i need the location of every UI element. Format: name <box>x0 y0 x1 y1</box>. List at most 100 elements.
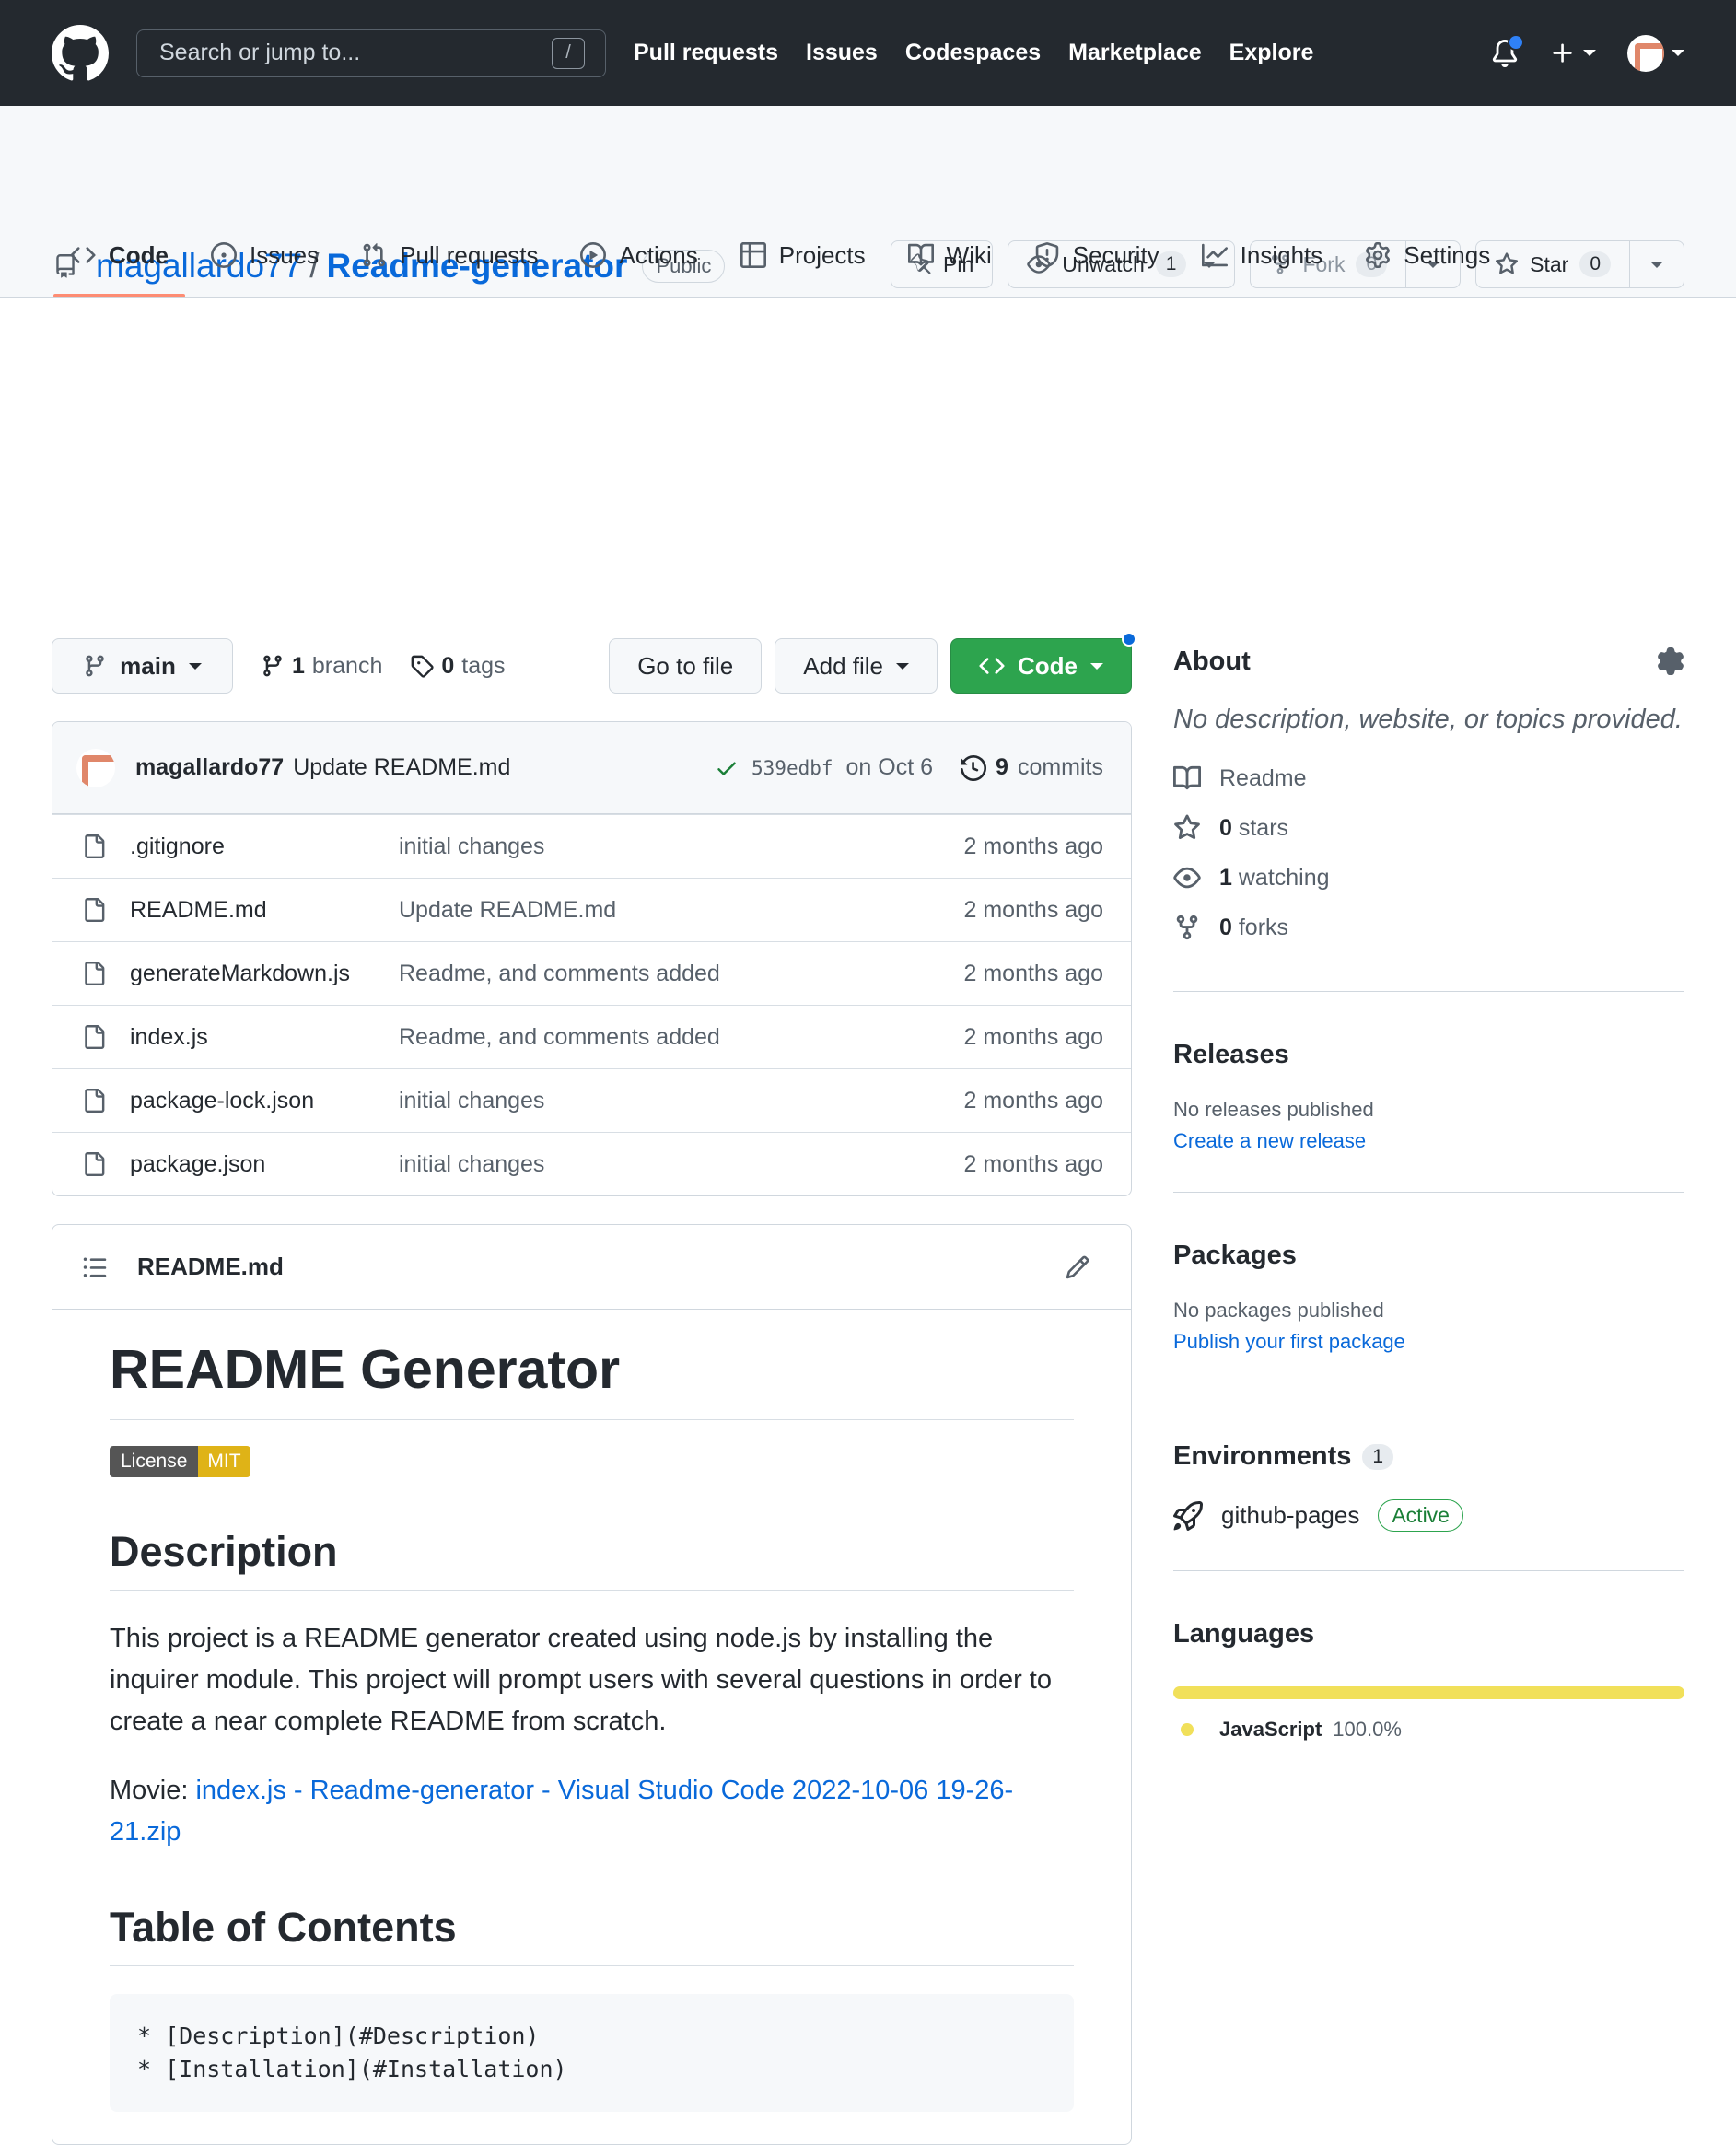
global-nav: Pull requests Issues Codespaces Marketpl… <box>634 40 1313 66</box>
language-name: JavaScript <box>1219 1718 1322 1741</box>
create-new-menu[interactable] <box>1550 41 1596 66</box>
file-commit-message[interactable]: Readme, and comments added <box>399 961 720 987</box>
file-commit-message[interactable]: initial changes <box>399 834 544 860</box>
nav-explore[interactable]: Explore <box>1229 40 1314 66</box>
forks-link[interactable]: 0 forks <box>1173 903 1684 952</box>
feature-indicator-dot <box>1122 632 1136 647</box>
commits-history-link[interactable]: 9 commits <box>961 754 1103 781</box>
chevron-down-icon <box>1583 50 1596 56</box>
file-name-link[interactable]: index.js <box>130 1024 399 1051</box>
book-icon <box>907 242 934 268</box>
language-item[interactable]: JavaScript 100.0% <box>1173 1718 1684 1742</box>
tab-label: Issues <box>250 240 320 269</box>
list-unordered-icon[interactable] <box>82 1254 108 1280</box>
movie-link[interactable]: index.js - Readme-generator - Visual Stu… <box>110 1776 1013 1847</box>
play-icon <box>580 242 607 268</box>
tab-label: Code <box>109 240 169 269</box>
file-name-link[interactable]: README.md <box>130 897 399 924</box>
add-file-button[interactable]: Add file <box>775 638 938 694</box>
nav-issues[interactable]: Issues <box>806 40 878 66</box>
file-icon <box>82 898 106 922</box>
tab-label: Actions <box>619 240 698 269</box>
user-menu[interactable] <box>1627 34 1684 72</box>
file-row[interactable]: package.json initial changes 2 months ag… <box>52 1132 1131 1195</box>
tab-label: Pull requests <box>400 240 539 269</box>
file-name-link[interactable]: .gitignore <box>130 834 399 860</box>
branch-select-button[interactable]: main <box>52 638 233 694</box>
branch-name: main <box>120 651 176 680</box>
commit-count: 9 <box>996 754 1008 780</box>
file-name-link[interactable]: generateMarkdown.js <box>130 961 399 987</box>
commit-author[interactable]: magallardo77 <box>135 754 284 781</box>
watchers-link[interactable]: 1 watching <box>1173 853 1684 903</box>
tab-settings[interactable]: Settings <box>1346 222 1509 297</box>
environments-title[interactable]: Environments <box>1173 1441 1351 1472</box>
search-input[interactable]: Search or jump to... / <box>136 29 606 77</box>
readme-label: Readme <box>1219 764 1307 791</box>
file-commit-message[interactable]: initial changes <box>399 1151 544 1178</box>
file-row[interactable]: README.md Update README.md 2 months ago <box>52 878 1131 941</box>
readme-link[interactable]: Readme <box>1173 753 1684 803</box>
file-commit-message[interactable]: Update README.md <box>399 897 616 924</box>
file-commit-message[interactable]: initial changes <box>399 1088 544 1114</box>
watching-label: watching <box>1238 864 1330 891</box>
create-release-link[interactable]: Create a new release <box>1173 1129 1684 1153</box>
tab-label: Wiki <box>946 240 992 269</box>
github-logo-icon[interactable] <box>52 24 109 82</box>
environment-item[interactable]: github-pages Active <box>1173 1499 1684 1532</box>
tags-link[interactable]: 0 tags <box>410 652 506 680</box>
tab-actions[interactable]: Actions <box>562 222 716 297</box>
license-badge-label: License <box>110 1445 199 1477</box>
file-name-link[interactable]: package.json <box>130 1151 399 1178</box>
tab-code[interactable]: Code <box>52 222 187 297</box>
go-to-file-button[interactable]: Go to file <box>609 638 763 694</box>
tab-pull-requests[interactable]: Pull requests <box>343 222 556 297</box>
branch-count: 1 <box>292 652 305 679</box>
packages-title[interactable]: Packages <box>1173 1241 1684 1271</box>
issue-opened-icon <box>211 242 237 268</box>
readme-filename[interactable]: README.md <box>137 1253 284 1281</box>
global-header: Search or jump to... / Pull requests Iss… <box>0 0 1736 106</box>
search-shortcut-key: / <box>552 37 585 69</box>
file-name-link[interactable]: package-lock.json <box>130 1088 399 1114</box>
notifications-bell-icon[interactable] <box>1491 33 1524 67</box>
environment-name: github-pages <box>1221 1501 1360 1529</box>
file-commit-age: 2 months ago <box>963 833 1104 859</box>
code-clone-button[interactable]: Code <box>950 632 1136 694</box>
commit-message[interactable]: Update README.md <box>293 754 510 781</box>
file-row[interactable]: generateMarkdown.js Readme, and comments… <box>52 941 1131 1005</box>
file-row[interactable]: package-lock.json initial changes 2 mont… <box>52 1068 1131 1132</box>
pencil-icon[interactable] <box>1065 1254 1090 1280</box>
branches-link[interactable]: 1 branch <box>261 653 382 680</box>
stars-label: stars <box>1238 814 1289 841</box>
add-file-label: Add file <box>803 651 883 680</box>
tab-projects[interactable]: Projects <box>722 222 884 297</box>
stars-link[interactable]: 0 stars <box>1173 803 1684 853</box>
avatar[interactable] <box>76 748 115 787</box>
star-list-dropdown[interactable] <box>1629 241 1684 287</box>
commit-sha[interactable]: 539edbf <box>751 757 833 779</box>
file-commit-message[interactable]: Readme, and comments added <box>399 1024 720 1051</box>
tab-security[interactable]: Security <box>1016 222 1178 297</box>
license-badge[interactable]: License MIT <box>110 1445 250 1477</box>
language-color-dot <box>1181 1723 1194 1736</box>
nav-codespaces[interactable]: Codespaces <box>905 40 1041 66</box>
forks-label: forks <box>1238 914 1289 940</box>
file-row[interactable]: .gitignore initial changes 2 months ago <box>52 814 1131 878</box>
gear-icon[interactable] <box>1657 647 1684 675</box>
check-icon[interactable] <box>715 756 739 780</box>
tab-insights[interactable]: Insights <box>1183 222 1342 297</box>
nav-pull-requests[interactable]: Pull requests <box>634 40 778 66</box>
license-badge-value: MIT <box>198 1445 250 1477</box>
movie-label: Movie: <box>110 1775 196 1805</box>
nav-marketplace[interactable]: Marketplace <box>1068 40 1202 66</box>
releases-empty-text: No releases published <box>1173 1098 1374 1121</box>
environments-count: 1 <box>1362 1443 1394 1470</box>
tab-wiki[interactable]: Wiki <box>890 222 1010 297</box>
publish-package-link[interactable]: Publish your first package <box>1173 1330 1684 1354</box>
tab-issues[interactable]: Issues <box>192 222 337 297</box>
releases-title[interactable]: Releases <box>1173 1040 1684 1070</box>
tag-count: 0 <box>441 652 455 679</box>
about-description: No description, website, or topics provi… <box>1173 705 1683 734</box>
file-row[interactable]: index.js Readme, and comments added 2 mo… <box>52 1005 1131 1068</box>
